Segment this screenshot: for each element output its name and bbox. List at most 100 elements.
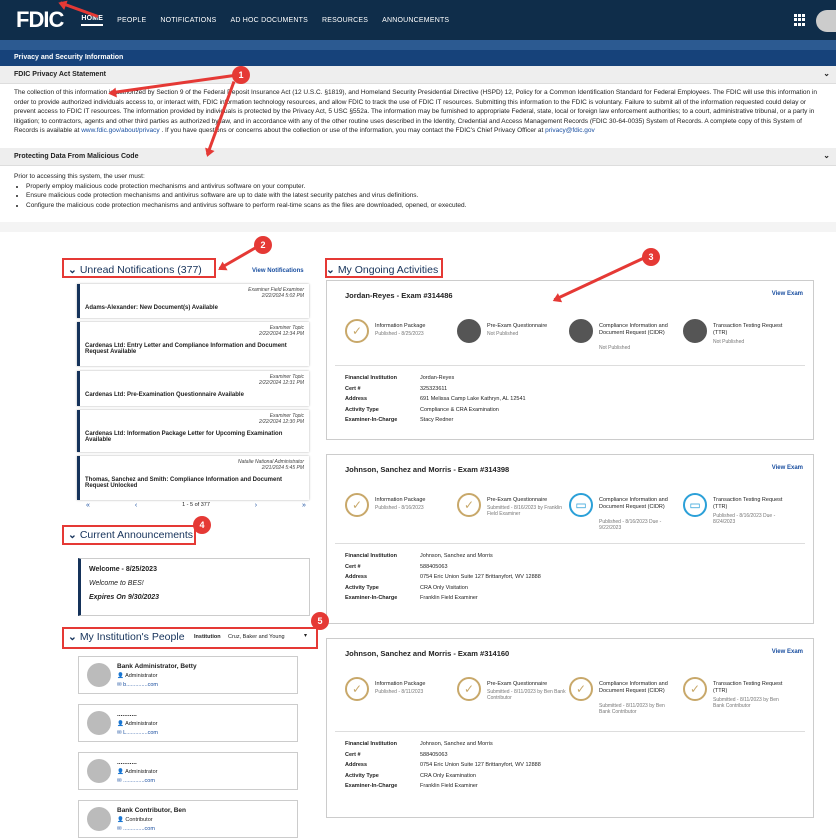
exam-card: Jordan-Reyes - Exam #314486 View Exam ✓ … bbox=[326, 280, 814, 440]
list-item[interactable]: Examiner Topic 2/22/2024 12:31 PM Carden… bbox=[77, 371, 309, 406]
person-name: Bank Administrator, Betty bbox=[117, 663, 197, 670]
callout-box bbox=[325, 258, 443, 278]
exam-title: Jordan-Reyes - Exam #314486 bbox=[345, 291, 453, 300]
person-icon bbox=[683, 319, 707, 343]
avatar bbox=[87, 663, 111, 687]
notification-title: Cardenas Ltd: Entry Letter and Complianc… bbox=[85, 343, 287, 355]
notification-title: Cardenas Ltd: Information Package Letter… bbox=[85, 431, 283, 443]
nav-announcements[interactable]: ANNOUNCEMENTS bbox=[382, 17, 449, 24]
privacy-act-body: The collection of this information is au… bbox=[0, 84, 836, 148]
step-ttr: ▭ Transaction Testing Request (TTR) Publ… bbox=[683, 493, 795, 527]
callout-box bbox=[62, 258, 216, 278]
check-icon: ✓ bbox=[345, 677, 369, 701]
avatar bbox=[87, 807, 111, 831]
step-pre-exam-questionnaire: ✓ Pre-Exam Questionnaire Submitted - 8/1… bbox=[457, 493, 569, 527]
exam-details: Financial Institution Jordan-Reyes Cert #… bbox=[345, 375, 526, 423]
person-email[interactable]: ✉ L..............com bbox=[117, 730, 158, 736]
announcement-body: Welcome to BES! bbox=[89, 580, 144, 587]
malicious-code-toggle[interactable]: Protecting Data From Malicious Code ⌄ bbox=[0, 148, 836, 166]
fdic-logo[interactable]: FDIC bbox=[16, 7, 64, 33]
check-icon: ✓ bbox=[457, 677, 481, 701]
person-card[interactable]: Bank Administrator, Betty 👤 Administrato… bbox=[78, 656, 298, 694]
exam-title: Johnson, Sanchez and Morris - Exam #3141… bbox=[345, 649, 510, 658]
step-ttr: Transaction Testing Request (TTR) Not Pu… bbox=[683, 319, 795, 353]
person-icon bbox=[457, 319, 481, 343]
person-email[interactable]: ✉ ..............com bbox=[117, 826, 155, 832]
divider bbox=[335, 365, 805, 366]
step-cidr: ▭ Compliance Information and Document Re… bbox=[569, 493, 681, 531]
top-navbar: FDIC HOME PEOPLE NOTIFICATIONS AD HOC DO… bbox=[0, 0, 836, 40]
step-pre-exam-questionnaire: ✓ Pre-Exam Questionnaire Submitted - 8/1… bbox=[457, 677, 569, 711]
check-icon: ✓ bbox=[345, 319, 369, 343]
list-item: Properly employ malicious code protectio… bbox=[26, 182, 822, 192]
step-information-package: ✓ Information Package Published - 8/11/2… bbox=[345, 677, 457, 711]
notifications-pager: « ‹ 1 - 5 of 377 › » bbox=[86, 502, 306, 509]
nav-resources[interactable]: RESOURCES bbox=[322, 17, 368, 24]
privacy-act-toggle[interactable]: FDIC Privacy Act Statement ⌄ bbox=[0, 66, 836, 84]
exam-card: Johnson, Sanchez and Morris - Exam #3141… bbox=[326, 638, 814, 818]
divider bbox=[335, 731, 805, 732]
last-page-icon[interactable]: » bbox=[302, 502, 306, 509]
malicious-code-body: Prior to accessing this system, the user… bbox=[0, 166, 836, 214]
prev-page-icon[interactable]: ‹ bbox=[135, 502, 137, 509]
person-role: 👤 Administrator bbox=[117, 721, 158, 727]
divider bbox=[0, 222, 836, 232]
notification-time: 2/22/2024 12:34 PM bbox=[258, 331, 304, 337]
list-item[interactable]: Natalie National Administrator 2/21/2024… bbox=[77, 456, 309, 500]
document-icon: ▭ bbox=[569, 493, 593, 517]
app-grid-icon[interactable] bbox=[794, 14, 806, 26]
next-page-icon[interactable]: › bbox=[255, 502, 257, 509]
list-item[interactable]: Examiner Topic 2/22/2024 12:30 PM Carden… bbox=[77, 410, 309, 452]
person-card[interactable]: Bank Contributor, Ben 👤 Contributor ✉ ..… bbox=[78, 800, 298, 838]
step-pre-exam-questionnaire: Pre-Exam Questionnaire Not Published bbox=[457, 319, 569, 353]
check-icon: ✓ bbox=[683, 677, 707, 701]
first-page-icon[interactable]: « bbox=[86, 502, 90, 509]
malicious-code-title: Protecting Data From Malicious Code bbox=[14, 153, 139, 160]
person-card[interactable]: ........... 👤 Administrator ✉ ..........… bbox=[78, 752, 298, 790]
callout-box bbox=[62, 525, 196, 545]
avatar bbox=[87, 759, 111, 783]
exam-title: Johnson, Sanchez and Morris - Exam #3143… bbox=[345, 465, 510, 474]
privacy-email-link[interactable]: privacy@fdic.gov bbox=[545, 127, 595, 134]
privacy-link[interactable]: www.fdic.gov/about/privacy bbox=[81, 127, 159, 134]
nav-people[interactable]: PEOPLE bbox=[117, 17, 146, 24]
step-information-package: ✓ Information Package Published - 8/16/2… bbox=[345, 493, 457, 527]
chevron-down-icon[interactable]: ⌄ bbox=[823, 151, 830, 160]
person-icon bbox=[569, 319, 593, 343]
chevron-down-icon[interactable]: ⌄ bbox=[823, 69, 830, 78]
list-item[interactable]: Examiner Topic 2/22/2024 12:34 PM Carden… bbox=[77, 322, 309, 366]
view-exam-link[interactable]: View Exam bbox=[772, 649, 803, 655]
exam-details: Financial Institution Johnson, Sanchez an… bbox=[345, 741, 541, 789]
person-email[interactable]: ✉ ..............com bbox=[117, 778, 155, 784]
callout-badge: 3 bbox=[642, 248, 660, 266]
notification-time: 2/22/2024 12:31 PM bbox=[258, 380, 304, 386]
step-cidr: Compliance Information and Document Requ… bbox=[569, 319, 681, 353]
check-icon: ✓ bbox=[569, 677, 593, 701]
nav-notifications[interactable]: NOTIFICATIONS bbox=[160, 17, 216, 24]
callout-badge: 1 bbox=[232, 66, 250, 84]
view-exam-link[interactable]: View Exam bbox=[772, 291, 803, 297]
person-card[interactable]: ........... 👤 Administrator ✉ L.........… bbox=[78, 704, 298, 742]
pager-text: 1 - 5 of 377 bbox=[182, 502, 210, 508]
list-item: Ensure malicious code protection mechani… bbox=[26, 191, 822, 201]
person-name: Bank Contributor, Ben bbox=[117, 807, 186, 814]
step-ttr: ✓ Transaction Testing Request (TTR) Subm… bbox=[683, 677, 795, 711]
person-role: 👤 Administrator bbox=[117, 673, 158, 679]
notification-title: Cardenas Ltd: Pre-Examination Questionna… bbox=[85, 392, 244, 398]
user-avatar-icon[interactable] bbox=[816, 10, 836, 32]
notification-title: Thomas, Sanchez and Smith: Compliance In… bbox=[85, 477, 283, 489]
view-exam-link[interactable]: View Exam bbox=[772, 465, 803, 471]
announcement-expiry: Expires On 9/30/2023 bbox=[89, 594, 160, 601]
list-item[interactable]: Examiner Field Examiner 2/22/2024 5:02 P… bbox=[77, 284, 309, 318]
privacy-header: Privacy and Security Information bbox=[0, 50, 836, 66]
notification-title: Adams-Alexander: New Document(s) Availab… bbox=[85, 305, 218, 311]
person-email[interactable]: ✉ b..............com bbox=[117, 682, 158, 688]
notification-time: 2/22/2024 5:02 PM bbox=[261, 293, 304, 299]
announcement-card: Welcome - 8/25/2023 Welcome to BES! Expi… bbox=[78, 558, 310, 616]
nav-ad-hoc-documents[interactable]: AD HOC DOCUMENTS bbox=[231, 17, 308, 24]
exam-card: Johnson, Sanchez and Morris - Exam #3143… bbox=[326, 454, 814, 624]
notification-time: 2/22/2024 12:30 PM bbox=[258, 419, 304, 425]
callout-badge: 2 bbox=[254, 236, 272, 254]
avatar bbox=[87, 711, 111, 735]
view-notifications-link[interactable]: View Notifications bbox=[252, 268, 304, 274]
